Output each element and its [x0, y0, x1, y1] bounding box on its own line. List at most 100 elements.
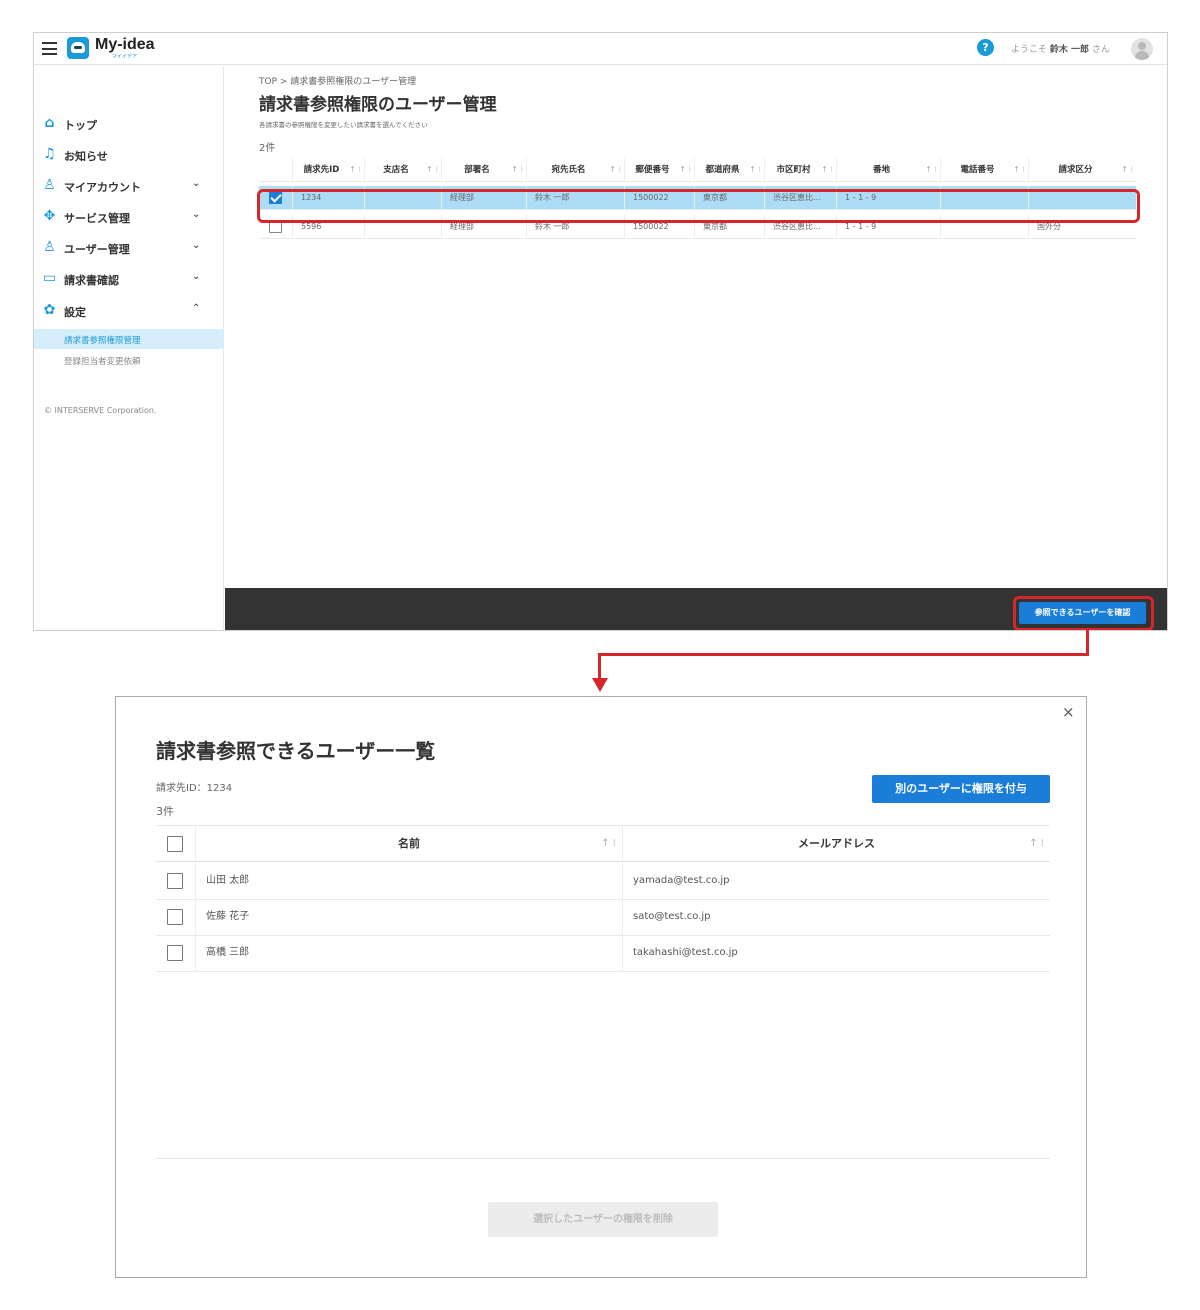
- column-header-select: [259, 158, 293, 182]
- user-count: 3件: [156, 805, 174, 818]
- table-header-row: 請求先ID ↑ ⁝ 支店名 ↑ ⁝ 部署名 ↑ ⁝ 宛先氏名 ↑ ⁝ 郵便番号 ↑ ⁝ 都…: [259, 158, 1136, 182]
- sort-icon[interactable]: ↑ ⁝: [511, 158, 523, 182]
- home-icon: ⌂: [44, 115, 55, 131]
- select-all-checkbox[interactable]: [167, 836, 183, 852]
- service-icon: ✥: [43, 208, 56, 224]
- users-icon: ♙: [43, 239, 56, 255]
- column-header-label: 市区町村: [776, 165, 811, 175]
- sort-icon[interactable]: ↑ ⁝: [821, 158, 833, 182]
- sort-icon[interactable]: ↑ ⁝: [349, 158, 361, 182]
- user-email-cell: yamada@test.co.jp: [633, 875, 730, 886]
- sidebar: ⌂ トップ ♫ お知らせ ♙ マイアカウント ⌄ ✥ サービス管理 ⌄ ♙ ユー…: [34, 66, 224, 630]
- chevron-down-icon: ⌄: [192, 240, 201, 251]
- chevron-down-icon: ⌄: [192, 209, 201, 220]
- logo-text[interactable]: My-idea: [95, 36, 155, 54]
- welcome-suffix: さん: [1091, 45, 1110, 55]
- sort-icon[interactable]: ↑ ⁝: [1121, 158, 1133, 182]
- column-header[interactable]: 部署名 ↑ ⁝: [442, 158, 527, 182]
- column-header[interactable]: 電話番号 ↑ ⁝: [941, 158, 1029, 182]
- sort-icon[interactable]: ↑ ⁝: [426, 158, 438, 182]
- table-header-row: 名前 ↑ ⁝ メールアドレス ↑ ⁝: [156, 825, 1050, 862]
- result-count: 2件: [259, 143, 276, 154]
- sort-icon[interactable]: ↑ ⁝: [601, 826, 616, 862]
- welcome-message: ようこそ 鈴木 一郎 さん: [1011, 42, 1110, 55]
- sidebar-subitem-invoice-permission[interactable]: 請求書参照権限管理: [34, 329, 224, 349]
- sidebar-item-my-account[interactable]: ♙ マイアカウント ⌄: [34, 174, 224, 198]
- invoice-id-label: 請求先ID：1234: [156, 783, 233, 794]
- row-checkbox[interactable]: [167, 945, 183, 961]
- sort-icon[interactable]: ↑ ⁝: [679, 158, 691, 182]
- logo-subtitle: マイイデア: [112, 54, 138, 60]
- column-header[interactable]: 番地 ↑ ⁝: [837, 158, 941, 182]
- sidebar-item-service[interactable]: ✥ サービス管理 ⌄: [34, 205, 224, 229]
- app-window: My-idea マイイデア ? ようこそ 鈴木 一郎 さん ⌂ トップ ♫ お知…: [33, 32, 1168, 631]
- breadcrumb[interactable]: TOP > 請求書参照権限のユーザー管理: [259, 74, 416, 87]
- modal-title: 請求書参照できるユーザー一覧: [156, 739, 436, 763]
- user-name-cell: 高橋 三郎: [196, 935, 623, 971]
- delete-permission-button[interactable]: 選択したユーザーの権限を削除: [488, 1202, 718, 1237]
- column-header-label: メールアドレス: [798, 837, 875, 850]
- column-header-select: [156, 826, 196, 862]
- column-header[interactable]: 郵便番号 ↑ ⁝: [625, 158, 695, 182]
- hamburger-menu-icon[interactable]: [42, 42, 57, 55]
- sidebar-item-label: 設定: [64, 306, 86, 319]
- main-content: TOP > 請求書参照権限のユーザー管理 請求書参照権限のユーザー管理 各請求書…: [225, 66, 1167, 602]
- column-header[interactable]: 都道府県 ↑ ⁝: [695, 158, 765, 182]
- column-header-label: 宛先氏名: [551, 165, 586, 175]
- table-row[interactable]: 高橋 三郎 takahashi@test.co.jp: [156, 935, 1050, 972]
- column-header-label: 番地: [872, 165, 890, 175]
- row-select-cell: [156, 863, 196, 899]
- sort-icon[interactable]: ↑ ⁝: [609, 158, 621, 182]
- row-checkbox[interactable]: [167, 909, 183, 925]
- column-header-label: 名前: [398, 837, 420, 850]
- row-select-cell: [156, 899, 196, 935]
- column-header-label: 請求区分: [1058, 165, 1093, 175]
- sidebar-item-notices[interactable]: ♫ お知らせ: [34, 143, 224, 167]
- gear-icon: ✿: [43, 302, 56, 318]
- column-header[interactable]: メールアドレス ↑ ⁝: [623, 826, 1050, 862]
- user-icon: ♙: [43, 177, 56, 193]
- sidebar-item-label: ユーザー管理: [64, 243, 130, 256]
- column-header[interactable]: 請求先ID ↑ ⁝: [293, 158, 365, 182]
- column-header[interactable]: 請求区分 ↑ ⁝: [1029, 158, 1136, 182]
- sidebar-item-top[interactable]: ⌂ トップ: [34, 112, 224, 136]
- sidebar-subitem-label: 請求書参照権限管理: [64, 336, 141, 346]
- users-modal: × 請求書参照できるユーザー一覧 請求先ID：1234 3件 別のユーザーに権限…: [115, 696, 1087, 1278]
- sort-icon[interactable]: ↑ ⁝: [1013, 158, 1025, 182]
- sidebar-item-invoice[interactable]: ▭ 請求書確認 ⌄: [34, 267, 224, 291]
- row-checkbox[interactable]: [167, 873, 183, 889]
- grant-permission-button[interactable]: 別のユーザーに権限を付与: [872, 775, 1050, 803]
- user-name-cell: 山田 太郎: [196, 863, 623, 899]
- sidebar-item-settings[interactable]: ✿ 設定 ⌃: [34, 299, 224, 323]
- arrow-down-icon: [592, 678, 608, 692]
- sidebar-subitem-label: 登録担当者変更依頼: [64, 357, 141, 367]
- sidebar-subitem-contact-change[interactable]: 登録担当者変更依頼: [34, 350, 224, 370]
- help-icon[interactable]: ?: [977, 39, 994, 56]
- column-header[interactable]: 名前 ↑ ⁝: [196, 826, 623, 862]
- sidebar-item-label: トップ: [64, 119, 97, 132]
- top-header: My-idea マイイデア ? ようこそ 鈴木 一郎 さん: [34, 33, 1167, 65]
- connector-line: [598, 653, 601, 680]
- card-icon: ▭: [42, 270, 57, 286]
- user-name: 鈴木 一郎: [1049, 45, 1090, 55]
- page-description: 各請求書の参照権限を変更したい請求書を選んでください: [259, 121, 428, 129]
- bell-icon: ♫: [43, 146, 56, 162]
- connector-line: [1086, 628, 1089, 656]
- column-header-label: 郵便番号: [635, 165, 670, 175]
- avatar[interactable]: [1131, 38, 1153, 60]
- confirm-users-button[interactable]: 参照できるユーザーを確認: [1019, 602, 1146, 624]
- column-header-label: 支店名: [383, 165, 409, 175]
- logo-icon: [67, 37, 89, 59]
- sort-icon[interactable]: ↑ ⁝: [749, 158, 761, 182]
- close-icon[interactable]: ×: [1062, 703, 1075, 721]
- table-row[interactable]: 佐藤 花子 sato@test.co.jp: [156, 899, 1050, 936]
- column-header[interactable]: 市区町村 ↑ ⁝: [765, 158, 837, 182]
- sidebar-item-users[interactable]: ♙ ユーザー管理 ⌄: [34, 236, 224, 260]
- column-header-label: 電話番号: [960, 165, 995, 175]
- sort-icon[interactable]: ↑ ⁝: [925, 158, 937, 182]
- copyright: © INTERSERVE Corporation.: [44, 406, 157, 415]
- sort-icon[interactable]: ↑ ⁝: [1029, 826, 1044, 862]
- column-header[interactable]: 支店名 ↑ ⁝: [365, 158, 442, 182]
- table-row[interactable]: 山田 太郎 yamada@test.co.jp: [156, 863, 1050, 900]
- column-header[interactable]: 宛先氏名 ↑ ⁝: [527, 158, 625, 182]
